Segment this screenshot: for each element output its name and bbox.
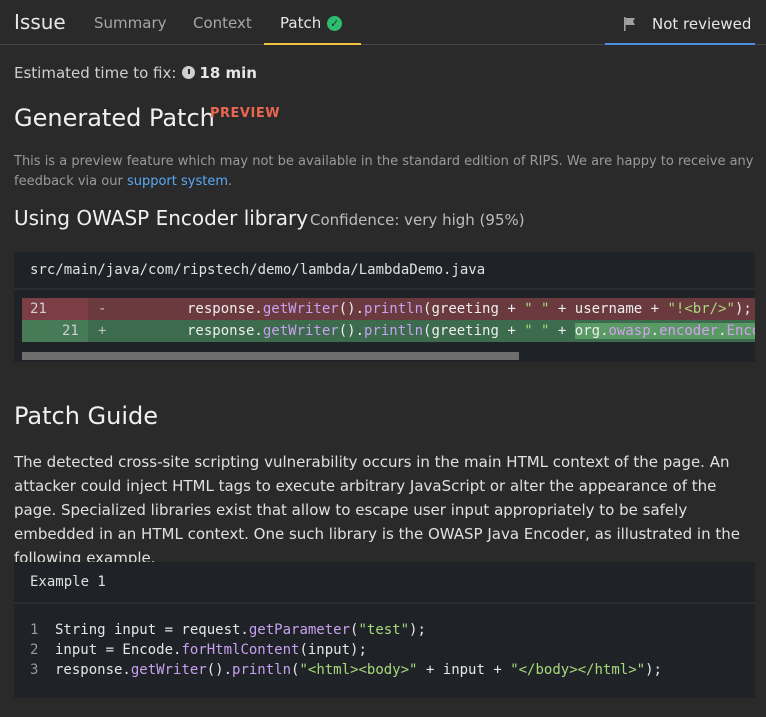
tab-context[interactable]: Context [193, 0, 252, 45]
line-number: 3 [30, 662, 39, 678]
diff-code: response.getWriter().println(greeting + … [187, 298, 752, 320]
code-token: (input); [299, 642, 367, 658]
code-token: println [232, 662, 292, 678]
diff-line-added: 21 + response.getWriter().println(greeting… [22, 320, 755, 342]
horizontal-scrollbar[interactable] [22, 352, 755, 360]
fix-heading: Using OWASP Encoder library [14, 206, 309, 230]
new-line-number: 21 [62, 323, 79, 339]
code-token: owasp [608, 323, 651, 339]
tab-patch-label: Patch [280, 14, 322, 32]
old-line-number: 21 [30, 301, 47, 317]
code-token: getWriter [262, 323, 339, 339]
preview-note: This is a preview feature which may not … [14, 152, 766, 192]
support-system-link[interactable]: support system [127, 174, 228, 189]
code-token: (). [206, 662, 233, 678]
code-token: ); [645, 662, 662, 678]
code-token: (). [338, 301, 365, 317]
code-token: encoder [659, 323, 719, 339]
diff-gutter: 21 [22, 298, 88, 320]
code-line: 2 input = Encode.forHtmlContent(input); [14, 640, 755, 660]
flag-icon [624, 17, 635, 31]
diff-line-removed: 21 - response.getWriter().println(greeting… [22, 298, 755, 320]
tab-bar: Issue Summary Context Patch ✓ Not reviewe… [0, 0, 766, 45]
code-token: . [650, 323, 660, 339]
code-line: 1 String input = request.getParameter("te… [14, 620, 755, 640]
code-token: "</body></html>" [510, 662, 646, 678]
code-token: String input = request. [55, 622, 249, 638]
diff-view: 21- response.getWriter().println(greeting… [22, 298, 755, 342]
tab-patch[interactable]: Patch ✓ [264, 0, 361, 45]
code-token: (). [338, 323, 365, 339]
code-token: " " [524, 301, 550, 317]
confidence-label: Confidence: very high (95%) [310, 211, 525, 229]
code-token: + input + [417, 662, 511, 678]
check-circle-icon: ✓ [327, 16, 343, 31]
stopwatch-icon [182, 66, 196, 79]
code-token: response. [55, 662, 131, 678]
file-path: src/main/java/com/ripstech/demo/lambda/L… [14, 252, 755, 290]
estimated-time-value: 18 min [199, 64, 257, 82]
code-token: org. [574, 323, 609, 339]
code-token: forHtmlContent [181, 642, 300, 658]
code-token: . [718, 323, 727, 339]
code-token: getWriter [130, 662, 207, 678]
code-token: + username + [549, 301, 668, 317]
code-line: 3 response.getWriter().println("<html><bo… [14, 660, 755, 680]
line-number: 1 [30, 622, 39, 638]
code-token: (greeting + [423, 323, 525, 339]
code-token: + [549, 323, 575, 339]
code-token: getWriter [262, 301, 339, 317]
preview-note-end: . [227, 174, 233, 189]
code-token: "test" [358, 622, 410, 638]
review-status-label: Not reviewed [652, 15, 752, 33]
code-text: input = Encode.forHtmlContent(input); [55, 640, 367, 660]
patch-guide-heading: Patch Guide [14, 402, 159, 430]
code-token: response. [187, 301, 263, 317]
example-title: Example 1 [14, 562, 755, 604]
preview-badge: PREVIEW [210, 106, 281, 121]
code-token: input = Encode. [55, 642, 182, 658]
code-token: "!<br/>" [667, 301, 735, 317]
issue-title: Issue [14, 10, 66, 34]
code-token: "<html><body>" [299, 662, 418, 678]
estimated-time-label: Estimated time to fix: [14, 64, 177, 82]
patch-guide-text: The detected cross-site scripting vulner… [14, 453, 740, 567]
code-text: String input = request.getParameter("tes… [55, 620, 426, 640]
review-status-button[interactable]: Not reviewed [605, 0, 755, 45]
diff-panel: src/main/java/com/ripstech/demo/lambda/L… [14, 252, 755, 362]
code-token: Encode [726, 323, 755, 339]
diff-sign: - [98, 301, 107, 317]
code-token: ); [734, 301, 752, 317]
preview-note-text: This is a preview feature which may not … [14, 154, 754, 189]
code-token: ); [409, 622, 426, 638]
code-token: (greeting + [423, 301, 525, 317]
code-token: println [364, 323, 424, 339]
scrollbar-thumb[interactable] [22, 352, 519, 360]
code-token: response. [187, 323, 263, 339]
code-token: " " [524, 323, 550, 339]
tab-summary[interactable]: Summary [94, 0, 167, 45]
estimated-time: Estimated time to fix: 18 min [14, 64, 257, 82]
diff-sign: + [98, 323, 107, 339]
diff-gutter: 21 [22, 320, 88, 342]
code-token: getParameter [248, 622, 351, 638]
generated-patch-heading: Generated Patch [14, 104, 215, 132]
code-text: response.getWriter().println("<html><bod… [55, 660, 662, 680]
diff-code: response.getWriter().println(greeting + … [187, 320, 755, 342]
line-number: 2 [30, 642, 39, 658]
example-panel: Example 1 1 String input = request.getPar… [14, 562, 755, 698]
code-token: println [364, 301, 424, 317]
example-code: 1 String input = request.getParameter("te… [14, 620, 755, 680]
